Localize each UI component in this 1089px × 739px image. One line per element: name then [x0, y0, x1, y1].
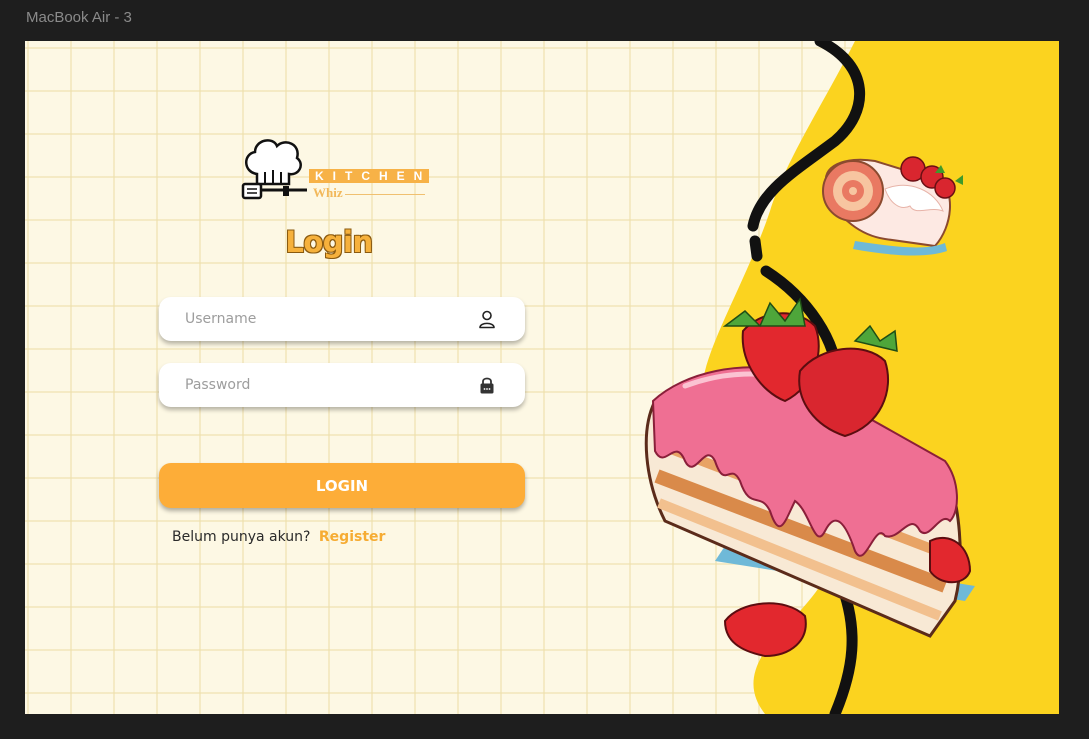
frame-title: MacBook Air - 3 — [26, 9, 132, 26]
logo-underline — [345, 194, 425, 195]
user-icon — [477, 309, 497, 329]
register-row: Belum punya akun? Register — [172, 529, 385, 545]
username-field[interactable] — [159, 297, 525, 341]
register-prompt: Belum punya akun? — [172, 529, 311, 545]
kitchen-whiz-logo: KITCHEN Whiz — [239, 134, 429, 204]
login-button[interactable]: LOGIN — [159, 463, 525, 508]
chef-hat-icon — [241, 139, 307, 200]
login-page: KITCHEN Whiz Login LOGIN — [25, 41, 1059, 714]
logo-wordmark: KITCHEN — [309, 169, 429, 183]
logo-subtitle: Whiz — [313, 185, 343, 200]
lock-icon — [477, 375, 497, 395]
password-input[interactable] — [159, 363, 525, 407]
password-field[interactable] — [159, 363, 525, 407]
username-input[interactable] — [159, 297, 525, 341]
page-title: Login — [285, 225, 373, 259]
register-link[interactable]: Register — [319, 529, 386, 545]
